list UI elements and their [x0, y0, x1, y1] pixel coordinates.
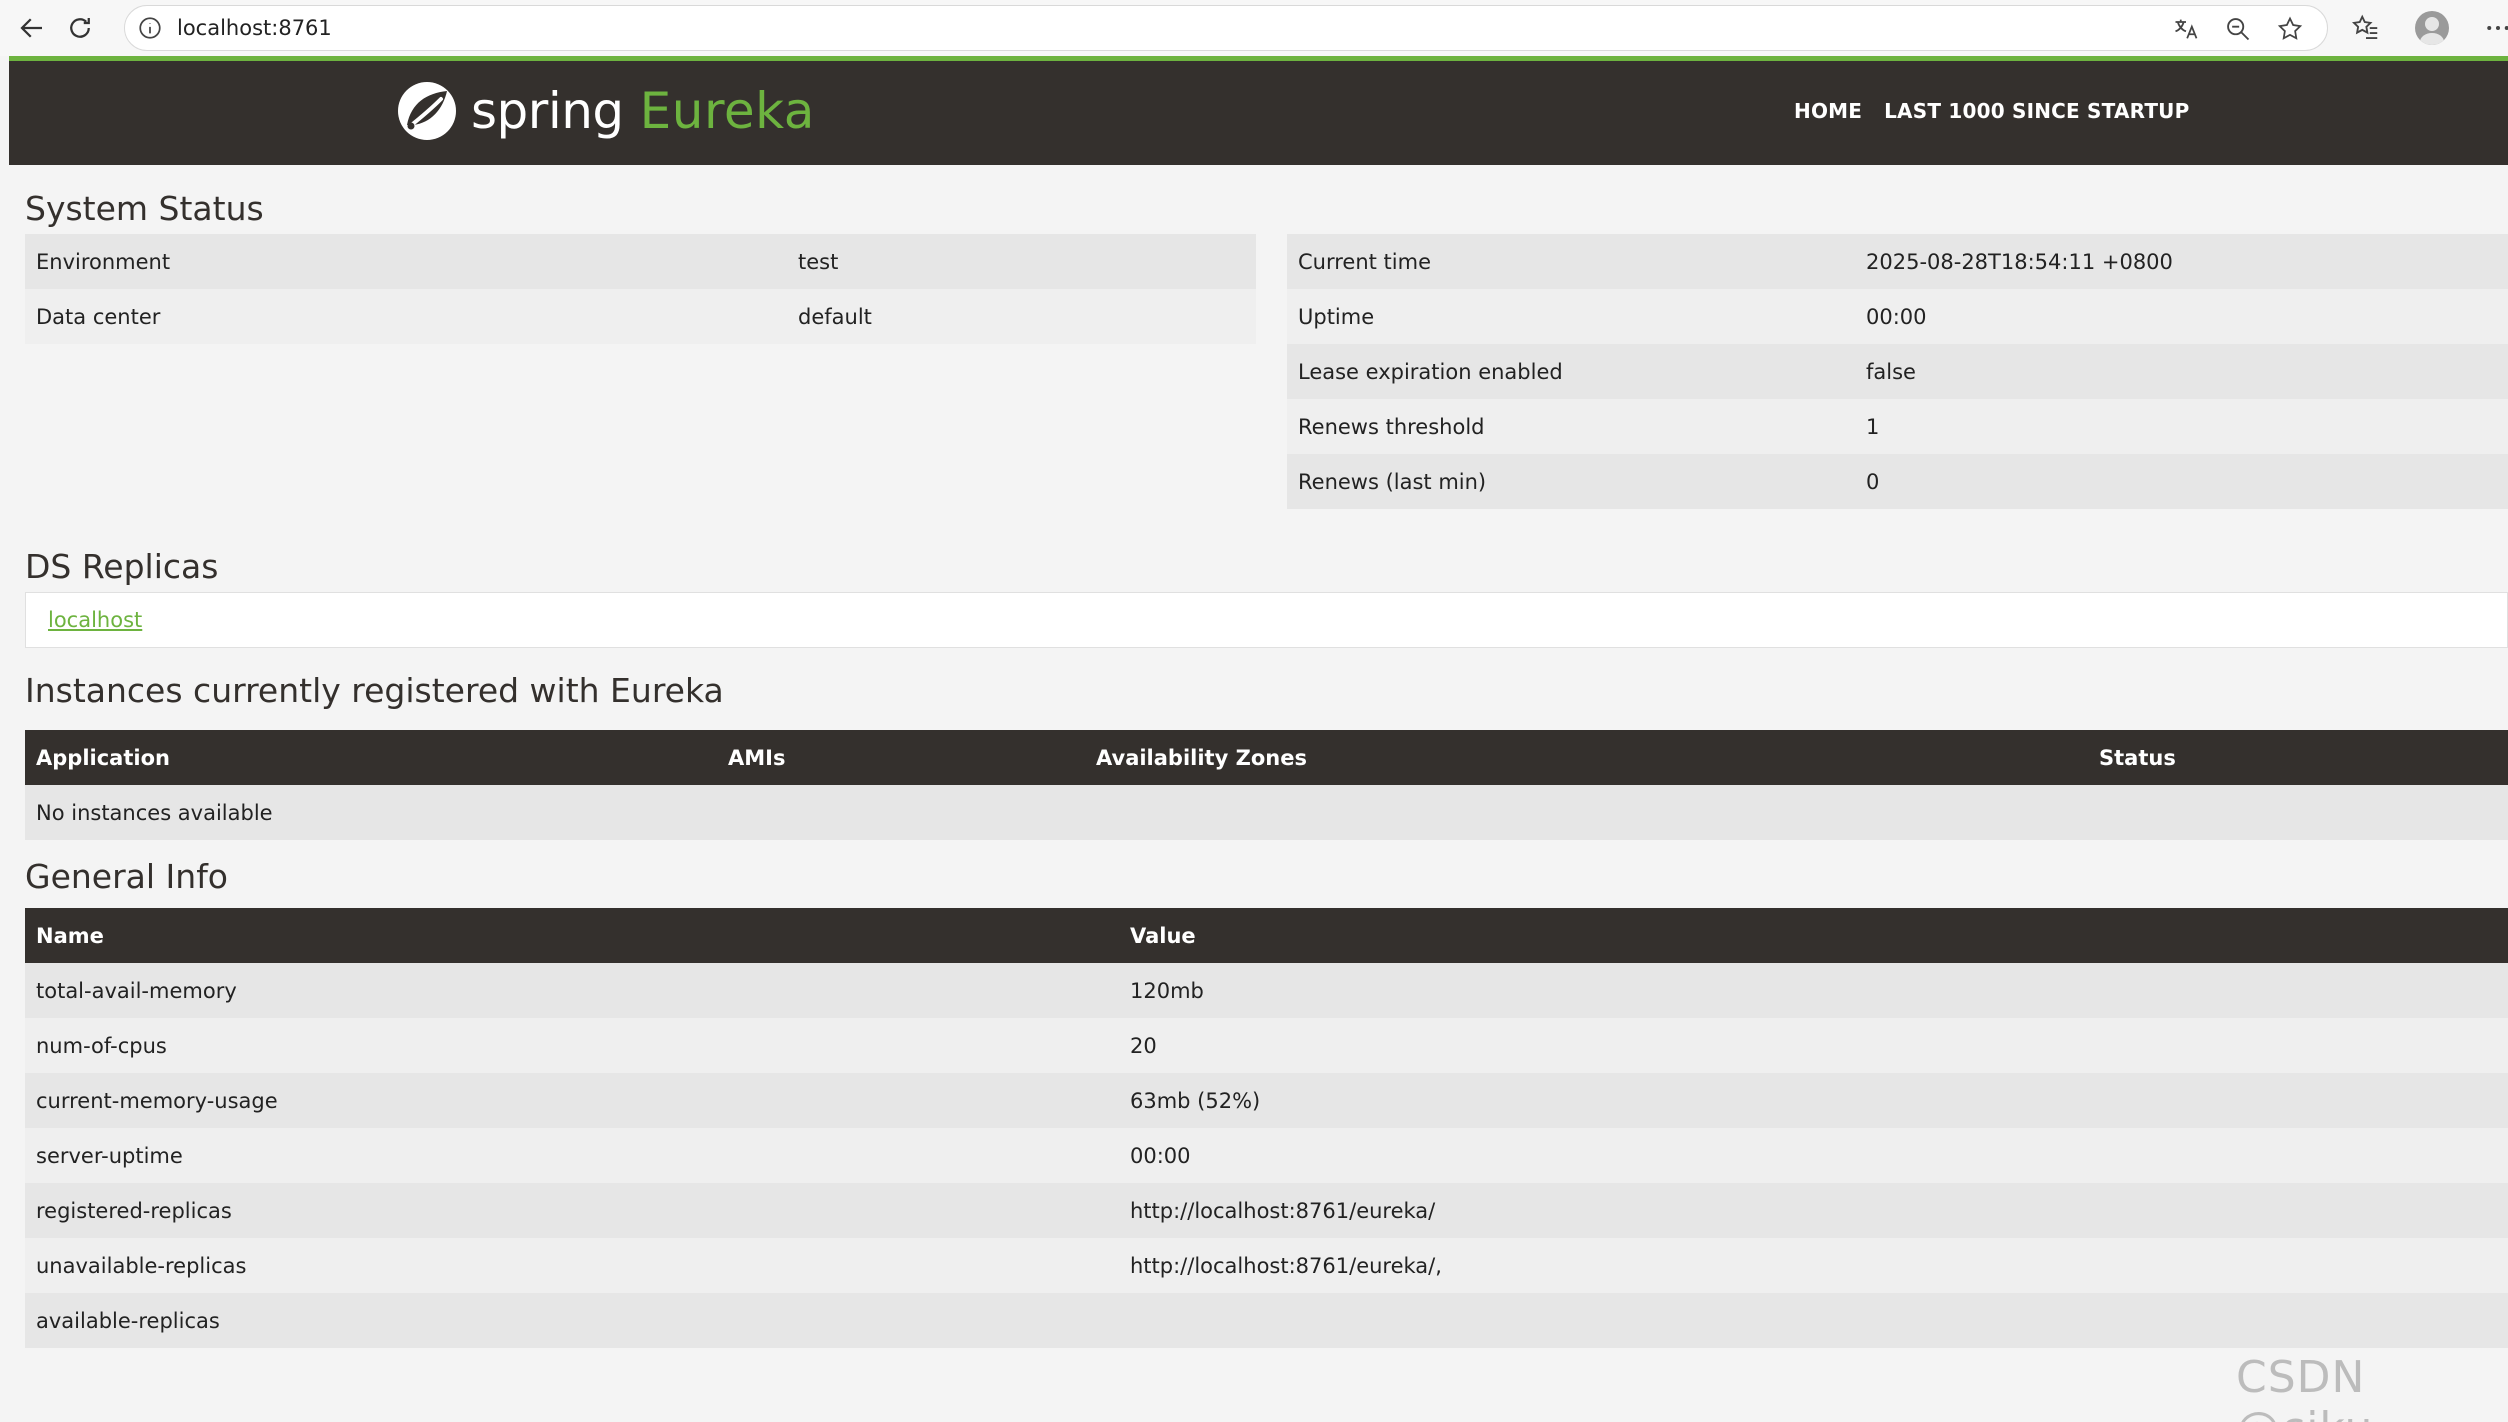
table-row: server-uptime 00:00	[25, 1128, 2508, 1183]
reload-icon	[70, 18, 90, 38]
no-instances-text: No instances available	[25, 785, 2508, 840]
info-name: unavailable-replicas	[25, 1238, 1119, 1293]
status-value: 2025-08-28T18:54:11 +0800	[1855, 234, 2508, 289]
table-row: Current time 2025-08-28T18:54:11 +0800	[1287, 234, 2508, 289]
status-key: Data center	[25, 289, 787, 344]
table-row: unavailable-replicas http://localhost:87…	[25, 1238, 2508, 1293]
nav-last-1000-link[interactable]: LAST 1000 SINCE STARTUP	[1884, 99, 2189, 123]
site-header: spring Eureka HOME LAST 1000 SINCE START…	[9, 61, 2508, 165]
status-value: 0	[1855, 454, 2508, 509]
avatar-icon	[2415, 11, 2449, 45]
spring-eureka-logo[interactable]: spring Eureka	[395, 79, 815, 143]
table-header-row: Name Value	[25, 908, 2508, 963]
replica-link-localhost[interactable]: localhost	[48, 608, 142, 632]
info-value	[1119, 1293, 2508, 1348]
table-row: current-memory-usage 63mb (52%)	[25, 1073, 2508, 1128]
url-text[interactable]: localhost:8761	[177, 16, 332, 40]
translate-icon[interactable]	[2171, 14, 2201, 44]
browser-toolbar: localhost:8761	[0, 0, 2508, 56]
status-value: default	[787, 289, 1256, 344]
table-row: Uptime 00:00	[1287, 289, 2508, 344]
nav-home-link[interactable]: HOME	[1794, 99, 1862, 123]
reload-button[interactable]	[58, 6, 102, 50]
status-key: Uptime	[1287, 289, 1855, 344]
table-row: total-avail-memory 120mb	[25, 963, 2508, 1018]
column-header-amis: AMIs	[717, 730, 1085, 785]
info-icon[interactable]	[137, 15, 163, 41]
table-row: Renews (last min) 0	[1287, 454, 2508, 509]
status-key: Renews (last min)	[1287, 454, 1855, 509]
info-value: 63mb (52%)	[1119, 1073, 2508, 1128]
favorite-star-icon[interactable]	[2275, 14, 2305, 44]
spring-leaf-icon	[398, 82, 456, 140]
logo-eureka-text: Eureka	[639, 82, 815, 140]
info-value: 120mb	[1119, 963, 2508, 1018]
csdn-watermark: CSDN @ciku	[2236, 1352, 2372, 1422]
status-key: Current time	[1287, 234, 1855, 289]
eureka-page: spring Eureka HOME LAST 1000 SINCE START…	[9, 56, 2508, 1422]
status-key: Lease expiration enabled	[1287, 344, 1855, 399]
ds-replicas-list: localhost	[25, 592, 2508, 648]
status-key: Renews threshold	[1287, 399, 1855, 454]
table-row: registered-replicas http://localhost:876…	[25, 1183, 2508, 1238]
system-status-left-table: Environment test Data center default	[25, 234, 1256, 344]
arrow-left-icon	[20, 18, 42, 38]
top-navigation: HOME LAST 1000 SINCE STARTUP	[1794, 99, 2189, 123]
column-header-availability-zones: Availability Zones	[1085, 730, 2088, 785]
table-row: Environment test	[25, 234, 1256, 289]
info-name: registered-replicas	[25, 1183, 1119, 1238]
address-bar[interactable]: localhost:8761	[124, 5, 2328, 51]
system-status-section: Environment test Data center default Cur…	[25, 234, 2508, 524]
status-value: test	[787, 234, 1256, 289]
column-header-status: Status	[2088, 730, 2508, 785]
zoom-out-icon[interactable]	[2223, 14, 2253, 44]
column-header-value: Value	[1119, 908, 2508, 963]
status-value: 00:00	[1855, 289, 2508, 344]
column-header-name: Name	[25, 908, 1119, 963]
more-menu-icon[interactable]	[2478, 8, 2508, 48]
info-name: server-uptime	[25, 1128, 1119, 1183]
system-status-title: System Status	[25, 189, 264, 228]
table-row: Data center default	[25, 289, 1256, 344]
profile-avatar[interactable]	[2412, 8, 2452, 48]
info-value: http://localhost:8761/eureka/	[1119, 1183, 2508, 1238]
table-row: available-replicas	[25, 1293, 2508, 1348]
table-header-row: Application AMIs Availability Zones Stat…	[25, 730, 2508, 785]
info-name: available-replicas	[25, 1293, 1119, 1348]
status-value: false	[1855, 344, 2508, 399]
instances-title: Instances currently registered with Eure…	[25, 671, 724, 710]
instances-table: Application AMIs Availability Zones Stat…	[25, 730, 2508, 840]
info-value: 20	[1119, 1018, 2508, 1073]
table-row: No instances available	[25, 785, 2508, 840]
info-name: current-memory-usage	[25, 1073, 1119, 1128]
favorites-list-icon[interactable]	[2346, 8, 2386, 48]
info-value: http://localhost:8761/eureka/,	[1119, 1238, 2508, 1293]
ds-replicas-title: DS Replicas	[25, 547, 219, 586]
system-status-right-table: Current time 2025-08-28T18:54:11 +0800 U…	[1287, 234, 2508, 509]
info-name: num-of-cpus	[25, 1018, 1119, 1073]
info-value: 00:00	[1119, 1128, 2508, 1183]
status-key: Environment	[25, 234, 787, 289]
info-name: total-avail-memory	[25, 963, 1119, 1018]
column-header-application: Application	[25, 730, 717, 785]
general-info-title: General Info	[25, 857, 228, 896]
general-info-table: Name Value total-avail-memory 120mb num-…	[25, 908, 2508, 1348]
table-row: Renews threshold 1	[1287, 399, 2508, 454]
logo-spring-text: spring	[471, 82, 624, 140]
table-row: Lease expiration enabled false	[1287, 344, 2508, 399]
back-button[interactable]	[10, 6, 54, 50]
main-content: System Status Environment test Data cent…	[25, 170, 2508, 1348]
table-row: num-of-cpus 20	[25, 1018, 2508, 1073]
status-value: 1	[1855, 399, 2508, 454]
